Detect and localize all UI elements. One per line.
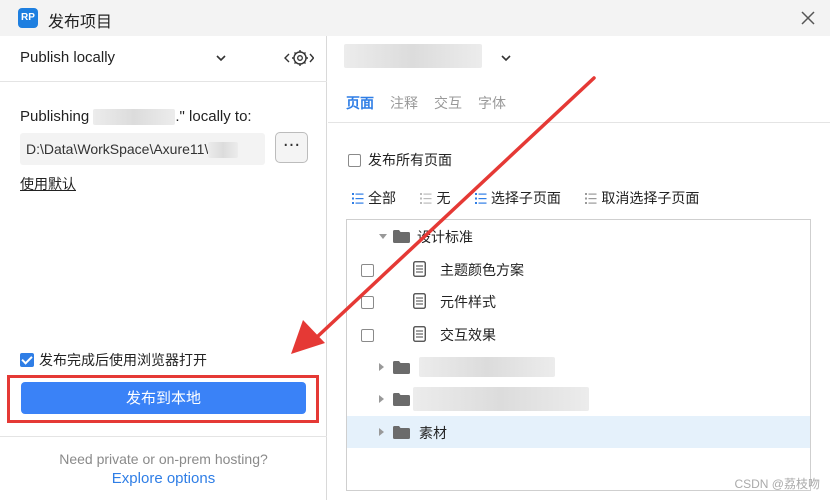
select-children-label: 选择子页面 [490,191,561,207]
redacted-folder-name [419,357,555,377]
window-title: 发布项目 [48,12,113,31]
tree-page-row[interactable]: 交互效果 [347,318,810,350]
select-all-label: 全部 [368,191,396,207]
title-bar: RP 发布项目 [0,0,830,36]
tree-folder-row-selected[interactable]: 素材 [347,416,810,448]
publish-mode-select[interactable]: Publish locally [20,49,115,66]
open-browser-checkbox[interactable] [20,353,34,367]
tree-folder-row[interactable] [347,383,810,415]
deselect-children-label: 取消选择子页面 [601,191,700,207]
list-icon [585,193,597,204]
tree-page-row[interactable]: 元件样式 [347,285,810,317]
page-icon [413,326,426,342]
tab-bar: 页面 注释 交互 字体 [346,93,522,117]
redacted-project-name [93,109,176,126]
right-panel: 页面 注释 交互 字体 发布所有页面 全部 无 选择子页面 取消选择子页面 设计标准 … [328,36,830,500]
hosting-text: Need private or on-prem hosting? [59,451,268,467]
open-browser-option[interactable]: 发布完成后使用浏览器打开 [20,350,207,370]
tree-page-row[interactable]: 主题颜色方案 [347,253,810,285]
page-checkbox[interactable] [361,264,374,277]
divider [328,122,830,123]
redacted-page-select[interactable] [344,44,482,68]
deselect-children-button[interactable]: 取消选择子页面 [585,188,699,208]
publishing-suffix: ." locally to: [175,108,252,125]
tree-folder-label: 素材 [419,426,447,442]
tab-fonts[interactable]: 字体 [478,93,506,113]
tab-interactions[interactable]: 交互 [434,93,462,113]
publishing-location-label: Publishing ." locally to: [20,108,252,126]
page-icon [413,293,426,309]
list-icon [352,193,364,204]
select-none-button[interactable]: 无 [420,188,450,208]
publish-path-value: D:\Data\WorkSpace\Axure11\ [26,141,209,157]
open-browser-label: 发布完成后使用浏览器打开 [39,353,207,369]
tree-page-label: 主题颜色方案 [440,263,524,279]
page-tree: 设计标准 主题颜色方案 元件样式 交互效果 素材 [346,219,811,491]
tree-page-label: 元件样式 [440,295,496,311]
publish-path-input[interactable]: D:\Data\WorkSpace\Axure11\ [20,133,265,165]
expand-triangle-icon[interactable] [379,428,384,436]
app-logo-icon: RP [18,8,38,28]
list-icon [420,193,432,204]
page-checkbox[interactable] [361,296,374,309]
watermark: CSDN @荔枝吻 [734,477,820,491]
settings-icon[interactable] [284,47,314,69]
tree-folder-row[interactable]: 设计标准 [347,220,810,252]
folder-icon [393,361,410,374]
select-all-button[interactable]: 全部 [352,188,396,208]
publish-all-checkbox[interactable] [348,154,361,167]
publishing-prefix: Publishing [20,108,94,125]
folder-icon [393,230,410,243]
page-icon [413,261,426,277]
tree-page-label: 交互效果 [440,328,496,344]
page-checkbox[interactable] [361,329,374,342]
divider [0,436,327,437]
browse-button[interactable]: ··· [275,132,308,163]
folder-icon [393,393,410,406]
redacted-path [208,142,239,159]
publish-all-option[interactable]: 发布所有页面 [348,150,452,170]
left-panel: Publish locally Publishing ." locally to… [0,36,327,500]
tree-folder-label: 设计标准 [417,230,473,246]
use-default-link[interactable]: 使用默认 [20,174,76,194]
folder-icon [393,426,410,439]
tab-notes[interactable]: 注释 [390,93,418,113]
select-children-button[interactable]: 选择子页面 [474,188,561,208]
divider [0,81,327,82]
list-icon [474,193,487,204]
selection-toolbar: 全部 无 选择子页面 取消选择子页面 [352,188,719,208]
tree-folder-row[interactable] [347,351,810,383]
explore-options-link[interactable]: Explore options [0,470,327,487]
expand-triangle-icon[interactable] [379,395,384,403]
expand-triangle-icon[interactable] [379,234,387,239]
select-none-label: 无 [436,191,451,207]
tab-pages[interactable]: 页面 [346,93,374,113]
publish-local-button[interactable]: 发布到本地 [21,382,306,414]
chevron-down-icon[interactable] [499,51,513,65]
close-icon[interactable] [798,8,818,28]
chevron-down-icon[interactable] [214,51,228,65]
publish-all-label: 发布所有页面 [368,153,452,169]
expand-triangle-icon[interactable] [379,363,384,371]
redacted-folder-name [413,387,589,411]
